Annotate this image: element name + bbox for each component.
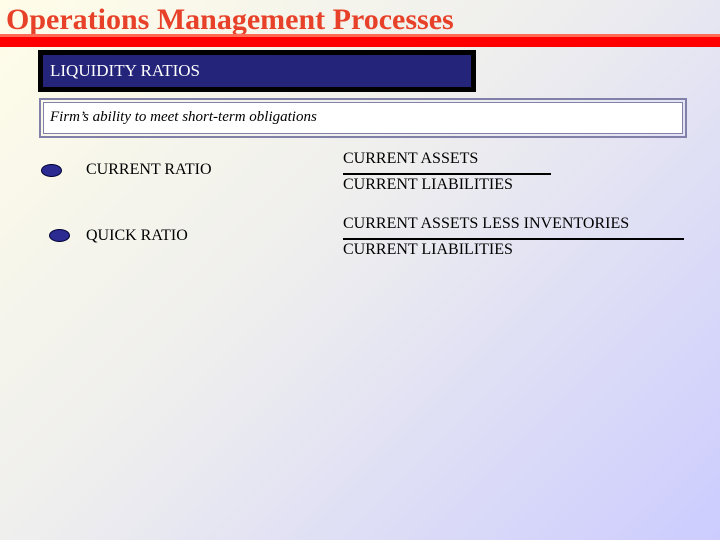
definition-box: Firm’s ability to meet short-term obliga… <box>39 98 687 138</box>
fraction-bar-current <box>343 173 551 175</box>
bullet-icon <box>41 164 62 177</box>
fraction-bar-quick <box>343 238 684 240</box>
ratio-name-quick: QUICK RATIO <box>86 227 188 244</box>
section-heading-box: LIQUIDITY RATIOS <box>38 50 476 92</box>
ratio-denominator-current: CURRENT LIABILITIES <box>343 176 513 193</box>
ratio-denominator-quick: CURRENT LIABILITIES <box>343 241 513 258</box>
section-heading: LIQUIDITY RATIOS <box>43 55 471 87</box>
bullet-icon <box>49 229 70 242</box>
definition-text: Firm’s ability to meet short-term obliga… <box>43 102 683 134</box>
ratio-numerator-quick: CURRENT ASSETS LESS INVENTORIES <box>343 215 630 232</box>
ratio-name-current: CURRENT RATIO <box>86 161 212 178</box>
title-underline-highlight <box>0 34 720 37</box>
ratio-numerator-current: CURRENT ASSETS <box>343 150 479 167</box>
